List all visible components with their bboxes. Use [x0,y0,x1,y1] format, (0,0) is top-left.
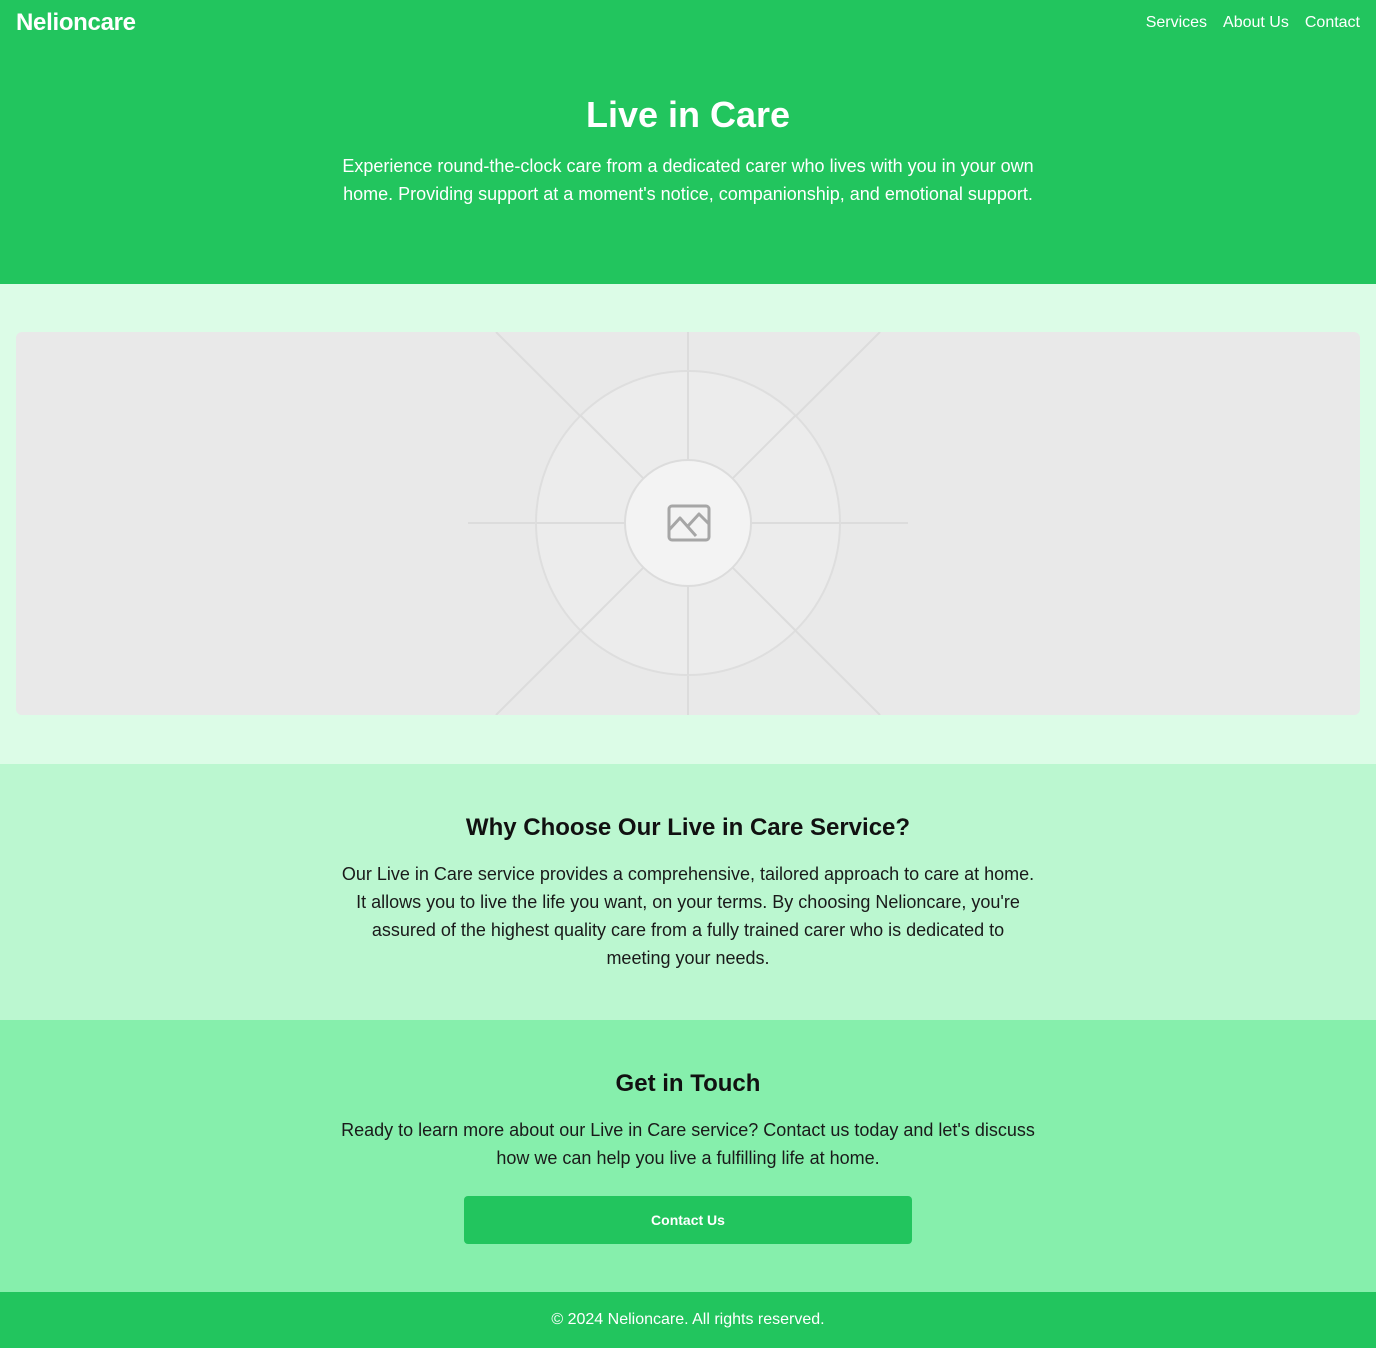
hero-title: Live in Care [585,94,791,135]
why-choose-title: Why Choose Our Live in Care Service? [465,814,911,841]
nav-link-services[interactable]: Services [1146,14,1207,32]
nav-link-contact[interactable]: Contact [1305,14,1360,32]
hero-description: Experience round-the-clock care from a d… [342,156,1034,204]
why-choose-section: Why Choose Our Live in Care Service? Our… [0,764,1376,1020]
brand-logo[interactable]: Nelioncare [16,9,136,37]
why-choose-text: Our Live in Care service provides a comp… [341,864,1035,968]
contact-section: Get in Touch Ready to learn more about o… [0,1020,1376,1292]
image-section [0,284,1376,764]
copyright-text: © 2024 Nelioncare. All rights reserved. [551,1311,825,1328]
contact-us-button[interactable]: Contact Us [464,1196,912,1244]
site-header: Nelioncare Services About Us Contact Liv… [0,0,1376,284]
contact-title: Get in Touch [615,1070,761,1097]
contact-text: Ready to learn more about our Live in Ca… [341,1120,1035,1168]
hero-image-placeholder [16,332,1360,715]
nav-link-about-us[interactable]: About Us [1223,14,1289,32]
main-nav: Services About Us Contact [1146,14,1360,32]
site-footer: © 2024 Nelioncare. All rights reserved. [0,1292,1376,1348]
placeholder-graphic [468,332,908,715]
